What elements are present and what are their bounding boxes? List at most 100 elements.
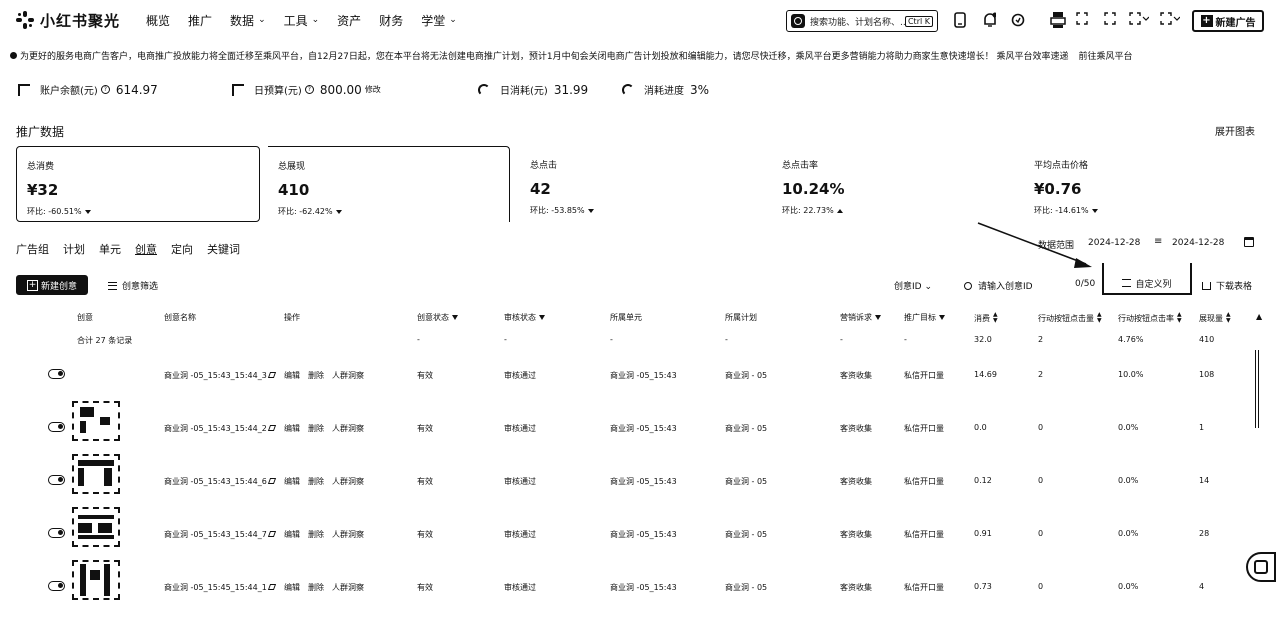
custom-columns-button[interactable]: 自定义列 bbox=[1102, 263, 1192, 295]
edit-icon[interactable] bbox=[267, 372, 276, 378]
filter-icon[interactable] bbox=[539, 315, 545, 320]
edit-icon[interactable] bbox=[267, 478, 276, 484]
audience-insight-link[interactable]: 人群洞察 bbox=[332, 530, 364, 539]
filter-icon[interactable] bbox=[452, 315, 458, 320]
tab-plan[interactable]: 计划 bbox=[63, 241, 85, 257]
delete-link[interactable]: 删除 bbox=[308, 477, 324, 486]
filter-icon[interactable] bbox=[939, 315, 945, 320]
filter-icon[interactable] bbox=[875, 315, 881, 320]
daily-spend: 日消耗(元) 31.99 bbox=[478, 82, 588, 97]
sort-icon[interactable]: ▲ ▼ bbox=[1177, 312, 1182, 324]
tab-keywords[interactable]: 关键词 bbox=[207, 241, 240, 257]
tab-ad-group[interactable]: 广告组 bbox=[16, 241, 49, 257]
sort-icon[interactable]: ▲ ▼ bbox=[1226, 312, 1231, 324]
id-search-placeholder: 请输入创意ID bbox=[978, 282, 1033, 292]
edit-link[interactable]: 编辑 bbox=[284, 477, 300, 486]
row-actions: 编辑 删除 人群洞察 bbox=[284, 476, 372, 487]
sort-icon[interactable]: ▲ ▼ bbox=[993, 312, 998, 324]
audience-insight-link[interactable]: 人群洞察 bbox=[332, 371, 364, 380]
window-icon[interactable] bbox=[1104, 12, 1116, 28]
creative-name[interactable]: 商业洞 -05_15:43_15:44_2 bbox=[164, 423, 276, 434]
status-toggle[interactable] bbox=[48, 422, 65, 432]
nav-tools[interactable]: 工具 ⌄ bbox=[284, 12, 320, 29]
edit-link[interactable]: 编辑 bbox=[284, 530, 300, 539]
creative-name[interactable]: 商业洞 -05_15:43_15:44_6 bbox=[164, 476, 276, 487]
creative-filter-button[interactable]: 创意筛选 bbox=[108, 279, 158, 292]
expand-chart-link[interactable]: 展开图表 bbox=[1215, 123, 1255, 138]
creative-name[interactable]: 商业洞 -05_15:45_15:44_1 bbox=[164, 582, 276, 593]
col-header-status[interactable]: 创意状态 bbox=[417, 312, 458, 323]
creative-thumbnail[interactable] bbox=[72, 401, 120, 441]
device-icon[interactable] bbox=[953, 12, 967, 28]
nav-data[interactable]: 数据 ⌄ bbox=[230, 12, 266, 29]
col-header-goal[interactable]: 推广目标 bbox=[904, 312, 945, 323]
help-icon[interactable]: ? bbox=[304, 85, 314, 94]
creative-thumbnail[interactable] bbox=[72, 507, 120, 547]
customer-service-button[interactable] bbox=[1246, 552, 1276, 582]
language-icon[interactable] bbox=[1129, 12, 1149, 28]
table-scrollbar[interactable] bbox=[1255, 350, 1259, 428]
metric-card-cpc[interactable]: 平均点击价格 ¥0.76 环比: -14.61% bbox=[1024, 146, 1264, 222]
nav-overview[interactable]: 概览 bbox=[146, 12, 170, 29]
col-header-action-ctr[interactable]: 行动按钮点击率 ▲ ▼ bbox=[1118, 312, 1182, 324]
status-toggle[interactable] bbox=[48, 581, 65, 591]
status-toggle[interactable] bbox=[48, 369, 65, 379]
date-end[interactable]: 2024-12-28 bbox=[1172, 238, 1224, 248]
chat-icon bbox=[1254, 560, 1268, 574]
nav-finance[interactable]: 财务 bbox=[379, 12, 403, 29]
download-table-button[interactable]: 下载表格 bbox=[1202, 279, 1252, 292]
new-creative-button[interactable]: + 新建创意 bbox=[16, 275, 88, 295]
col-header-impressions[interactable]: 展现量 ▲ ▼ bbox=[1199, 312, 1231, 324]
calendar-icon[interactable] bbox=[1244, 237, 1254, 247]
brand-logo[interactable]: 小红书聚光 bbox=[16, 10, 120, 31]
scroll-up-icon[interactable]: ▲ bbox=[1256, 312, 1262, 321]
sort-icon[interactable]: ▲ ▼ bbox=[1097, 312, 1102, 324]
account-icon[interactable] bbox=[1050, 12, 1066, 28]
tab-creative[interactable]: 创意 bbox=[135, 241, 157, 257]
audience-insight-link[interactable]: 人群洞察 bbox=[332, 583, 364, 592]
creative-thumbnail[interactable] bbox=[72, 454, 120, 494]
col-header-action-clicks[interactable]: 行动按钮点击量 ▲ ▼ bbox=[1038, 312, 1102, 324]
new-ad-button[interactable]: + 新建广告 bbox=[1192, 10, 1264, 32]
shield-icon[interactable] bbox=[1011, 12, 1025, 28]
nav-promotion[interactable]: 推广 bbox=[188, 12, 212, 29]
metric-card-impressions[interactable]: 总展现 410 环比: -62.42% bbox=[268, 146, 510, 222]
id-type-select[interactable]: 创意ID ⌄ bbox=[894, 279, 932, 292]
delete-link[interactable]: 删除 bbox=[308, 583, 324, 592]
delete-link[interactable]: 删除 bbox=[308, 371, 324, 380]
budget-edit-link[interactable]: 修改 bbox=[365, 84, 381, 95]
metric-card-ctr[interactable]: 总点击率 10.24% 环比: 22.73% bbox=[772, 146, 1012, 222]
edit-icon[interactable] bbox=[267, 531, 276, 537]
bell-icon[interactable] bbox=[982, 12, 996, 28]
delete-link[interactable]: 删除 bbox=[308, 530, 324, 539]
nav-assets[interactable]: 资产 bbox=[337, 12, 361, 29]
col-header-spend[interactable]: 消费 ▲ ▼ bbox=[974, 312, 998, 324]
delete-link[interactable]: 删除 bbox=[308, 424, 324, 433]
metric-card-spend[interactable]: 总消费 ¥32 环比: -60.51% bbox=[16, 146, 260, 222]
status-toggle[interactable] bbox=[48, 528, 65, 538]
edit-link[interactable]: 编辑 bbox=[284, 424, 300, 433]
audience-insight-link[interactable]: 人群洞察 bbox=[332, 477, 364, 486]
help-icon[interactable]: ? bbox=[100, 85, 110, 94]
global-search-input[interactable]: 搜索功能、计划名称、... Ctrl K bbox=[786, 10, 938, 32]
col-header-appeal[interactable]: 营销诉求 bbox=[840, 312, 881, 323]
edit-icon[interactable] bbox=[267, 425, 276, 431]
expand-icon[interactable] bbox=[1076, 12, 1088, 28]
creative-name[interactable]: 商业洞 -05_15:43_15:44_7 bbox=[164, 529, 276, 540]
notice-link[interactable]: 前往乘风平台 bbox=[1079, 49, 1133, 62]
user-menu-icon[interactable] bbox=[1160, 12, 1180, 28]
audience-insight-link[interactable]: 人群洞察 bbox=[332, 424, 364, 433]
edit-icon[interactable] bbox=[267, 584, 276, 590]
creative-name[interactable]: 商业洞 -05_15:43_15:44_3 bbox=[164, 370, 276, 381]
tab-targeting[interactable]: 定向 bbox=[171, 241, 193, 257]
edit-link[interactable]: 编辑 bbox=[284, 371, 300, 380]
edit-link[interactable]: 编辑 bbox=[284, 583, 300, 592]
metric-card-clicks[interactable]: 总点击 42 环比: -53.85% bbox=[520, 146, 760, 222]
creative-id-search-input[interactable]: 请输入创意ID bbox=[964, 279, 1033, 292]
creative-thumbnail[interactable] bbox=[72, 560, 120, 600]
nav-academy[interactable]: 学堂 ⌄ bbox=[421, 12, 457, 29]
col-header-audit[interactable]: 审核状态 bbox=[504, 312, 545, 323]
cell-impressions: 1 bbox=[1199, 423, 1205, 432]
tab-unit[interactable]: 单元 bbox=[99, 241, 121, 257]
status-toggle[interactable] bbox=[48, 475, 65, 485]
